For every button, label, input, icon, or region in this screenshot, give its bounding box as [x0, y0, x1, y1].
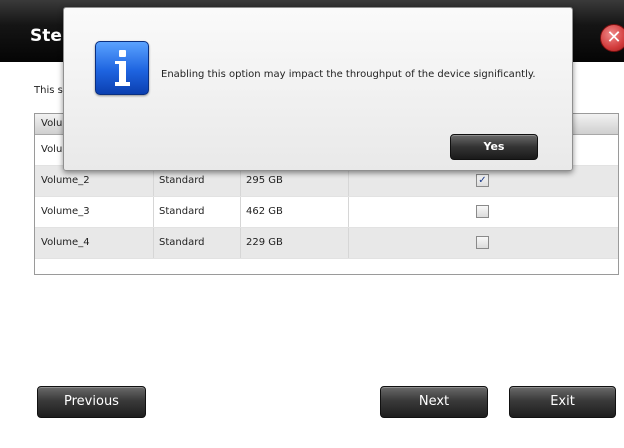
- volume-type: Standard: [159, 237, 205, 248]
- volume-type: Standard: [159, 206, 205, 217]
- wizard-window: Ste ✕ This s Volu Volu Volume_2 Standard…: [0, 0, 624, 448]
- volume-checkbox[interactable]: [476, 205, 489, 218]
- volume-name: Volume_4: [41, 237, 90, 248]
- previous-button[interactable]: Previous: [37, 386, 146, 418]
- volume-size: 462 GB: [246, 206, 283, 217]
- exit-button[interactable]: Exit: [509, 386, 616, 418]
- info-icon: [95, 41, 149, 95]
- header-volume: Volu: [41, 118, 63, 129]
- volume-name: Volume_2: [41, 175, 90, 186]
- info-dialog: Enabling this option may impact the thro…: [63, 7, 573, 171]
- table-row[interactable]: Volume_4 Standard 229 GB: [35, 228, 618, 259]
- volume-type: Standard: [159, 175, 205, 186]
- volume-name: Volume_3: [41, 206, 90, 217]
- volume-name: Volu: [41, 144, 63, 155]
- step-description: This s: [34, 85, 63, 96]
- volume-checkbox[interactable]: ✓: [476, 174, 489, 187]
- volume-size: 295 GB: [246, 175, 283, 186]
- next-button[interactable]: Next: [380, 386, 488, 418]
- close-icon[interactable]: ✕: [600, 24, 624, 52]
- volume-checkbox[interactable]: [476, 236, 489, 249]
- volume-size: 229 GB: [246, 237, 283, 248]
- window-title: Ste: [30, 26, 62, 46]
- table-row[interactable]: Volume_3 Standard 462 GB: [35, 197, 618, 228]
- yes-button[interactable]: Yes: [450, 134, 538, 160]
- dialog-message: Enabling this option may impact the thro…: [161, 69, 536, 80]
